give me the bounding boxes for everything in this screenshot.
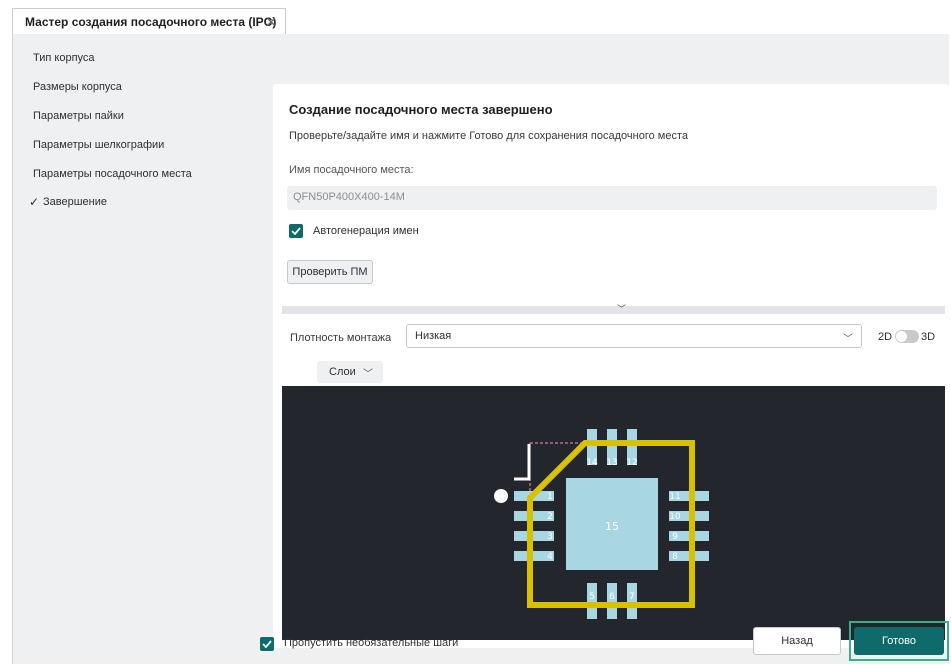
step-solder-params[interactable]: Параметры пайки (33, 110, 124, 122)
pad-number: 6 (609, 592, 615, 602)
step-silkscreen-params[interactable]: Параметры шелкографии (33, 139, 164, 151)
density-label: Плотность монтажа (290, 332, 392, 344)
step-footprint-params[interactable]: Параметры посадочного места (33, 168, 192, 180)
checkmark-icon (291, 227, 301, 235)
chevron-down-icon: ﹀ (843, 334, 853, 345)
step-completion[interactable]: Завершение (43, 196, 107, 208)
name-label: Имя посадочного места: (289, 164, 414, 176)
tab-footprint-wizard[interactable]: Мастер создания посадочного места (IPC) … (12, 8, 286, 34)
pad-number: 11 (669, 492, 680, 502)
page-title: Создание посадочного места завершено (289, 102, 553, 117)
chevron-down-icon: ﹀ (363, 369, 373, 380)
wizard-body: Тип корпуса Размеры корпуса Параметры па… (12, 34, 949, 664)
footprint-preview-canvas[interactable]: 1 2 3 4 5 6 7 8 9 10 11 12 13 14 15 (282, 386, 945, 640)
skip-optional-label: Пропустить необязательные шаги (284, 637, 459, 649)
chevron-down-icon[interactable]: ﹀ (617, 302, 626, 315)
completion-panel: Создание посадочного места завершено Про… (273, 84, 949, 648)
autogen-label: Автогенерация имен (313, 225, 419, 237)
close-icon[interactable]: ✕ (265, 14, 277, 31)
checkmark-icon: ✓ (29, 195, 40, 209)
pad-number: 5 (589, 592, 595, 602)
skip-optional-checkbox[interactable] (260, 637, 274, 651)
pad-number: 15 (605, 520, 619, 533)
step-body-type[interactable]: Тип корпуса (33, 52, 95, 64)
pad-number: 4 (547, 552, 553, 562)
pad-number: 8 (672, 552, 678, 562)
pad-number: 10 (669, 512, 681, 522)
done-button[interactable]: Готово (854, 627, 944, 655)
pin1-marker (494, 489, 508, 503)
mode-2d-label: 2D (878, 331, 893, 343)
footprint-name-field[interactable]: QFN50P400X400-14M (287, 186, 937, 210)
pad-number: 12 (626, 458, 637, 468)
toggle-knob (896, 331, 907, 342)
layers-label: Слои (329, 366, 356, 378)
pad-number: 9 (672, 532, 678, 542)
density-select[interactable]: Низкая ﹀ (406, 324, 862, 348)
density-value: Низкая (415, 330, 452, 342)
view-mode-toggle[interactable] (895, 330, 919, 343)
pad-number: 3 (547, 532, 553, 542)
autogen-checkbox[interactable] (289, 224, 303, 238)
tab-bar: Мастер создания посадочного места (IPC) … (12, 8, 948, 35)
collapse-splitter[interactable]: ﹀ (282, 304, 945, 314)
pad-number: 1 (547, 492, 553, 502)
check-footprint-button[interactable]: Проверить ПМ (287, 260, 373, 284)
silk-stub (514, 444, 531, 481)
tab-title: Мастер создания посадочного места (IPC) (25, 14, 277, 29)
pad-number: 14 (586, 458, 598, 468)
layers-dropdown[interactable]: Слои ﹀ (317, 361, 383, 383)
pad-number: 2 (547, 512, 553, 522)
pad-number: 13 (606, 458, 617, 468)
step-body-dimensions[interactable]: Размеры корпуса (33, 81, 122, 93)
mode-3d-label: 3D (921, 331, 936, 343)
pad-number: 7 (629, 592, 635, 602)
page-subtitle: Проверьте/задайте имя и нажмите Готово д… (289, 130, 688, 142)
footprint-drawing: 1 2 3 4 5 6 7 8 9 10 11 12 13 14 15 (494, 429, 709, 619)
checkmark-icon (262, 640, 272, 648)
back-button[interactable]: Назад (753, 627, 841, 655)
